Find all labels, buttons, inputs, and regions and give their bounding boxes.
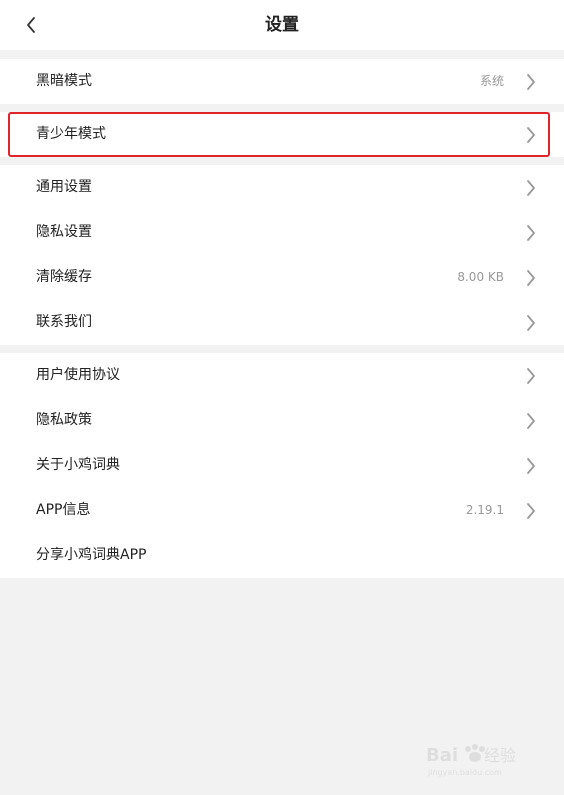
chevron-right-icon [527, 270, 535, 286]
privacy-policy-row[interactable]: 隐私政策 [0, 398, 564, 443]
privacy-policy-label: 隐私政策 [36, 412, 92, 428]
user-agreement-row[interactable]: 用户使用协议 [0, 353, 564, 398]
clear-cache-label: 清除缓存 [36, 269, 92, 285]
svg-text:经验: 经验 [484, 746, 516, 765]
about-row[interactable]: 关于小鸡词典 [0, 443, 564, 488]
app-info-row[interactable]: APP信息 2.19.1 [0, 488, 564, 533]
app-version-value: 2.19.1 [465, 503, 504, 517]
contact-us-label: 联系我们 [36, 314, 92, 330]
chevron-right-icon [527, 368, 535, 384]
svg-text:Bai: Bai [426, 745, 458, 766]
cache-size-value: 8.00 KB [457, 270, 504, 284]
general-settings-row[interactable]: 通用设置 [0, 165, 564, 210]
section-teen: 青少年模式 [0, 112, 564, 157]
contact-us-row[interactable]: 联系我们 [0, 300, 564, 345]
privacy-settings-label: 隐私设置 [36, 224, 92, 240]
baidu-jingyan-watermark-logo: Bai 经验 jingyan.baidu.com [426, 739, 536, 779]
chevron-right-icon [527, 458, 535, 474]
clear-cache-row[interactable]: 清除缓存 8.00 KB [0, 255, 564, 300]
chevron-right-icon [527, 225, 535, 241]
top-bar: 设置 [0, 0, 564, 50]
about-label: 关于小鸡词典 [36, 457, 120, 473]
general-settings-label: 通用设置 [36, 179, 92, 195]
section-display: 黑暗模式 系统 [0, 59, 564, 104]
chevron-right-icon [527, 413, 535, 429]
privacy-settings-row[interactable]: 隐私设置 [0, 210, 564, 255]
section-about: 用户使用协议 隐私政策 关于小鸡词典 APP信息 2.19.1 分享小鸡词典AP… [0, 353, 564, 578]
svg-text:jingyan.baidu.com: jingyan.baidu.com [427, 768, 502, 777]
teen-mode-row[interactable]: 青少年模式 [0, 112, 564, 157]
section-settings: 通用设置 隐私设置 清除缓存 8.00 KB 联系我们 [0, 165, 564, 345]
chevron-right-icon [527, 315, 535, 331]
chevron-right-icon [527, 180, 535, 196]
app-info-label: APP信息 [36, 502, 91, 518]
dark-mode-label: 黑暗模式 [36, 73, 92, 89]
chevron-right-icon [527, 127, 535, 143]
dark-mode-value: 系统 [479, 74, 504, 88]
user-agreement-label: 用户使用协议 [36, 367, 120, 383]
teen-mode-label: 青少年模式 [36, 126, 106, 142]
chevron-right-icon [527, 503, 535, 519]
dark-mode-row[interactable]: 黑暗模式 系统 [0, 59, 564, 104]
share-app-row[interactable]: 分享小鸡词典APP [0, 533, 564, 578]
share-app-label: 分享小鸡词典APP [36, 547, 147, 563]
chevron-right-icon [527, 74, 535, 90]
paw-icon: Bai 经验 jingyan.baidu.com [426, 744, 516, 777]
page-title: 设置 [265, 15, 299, 35]
